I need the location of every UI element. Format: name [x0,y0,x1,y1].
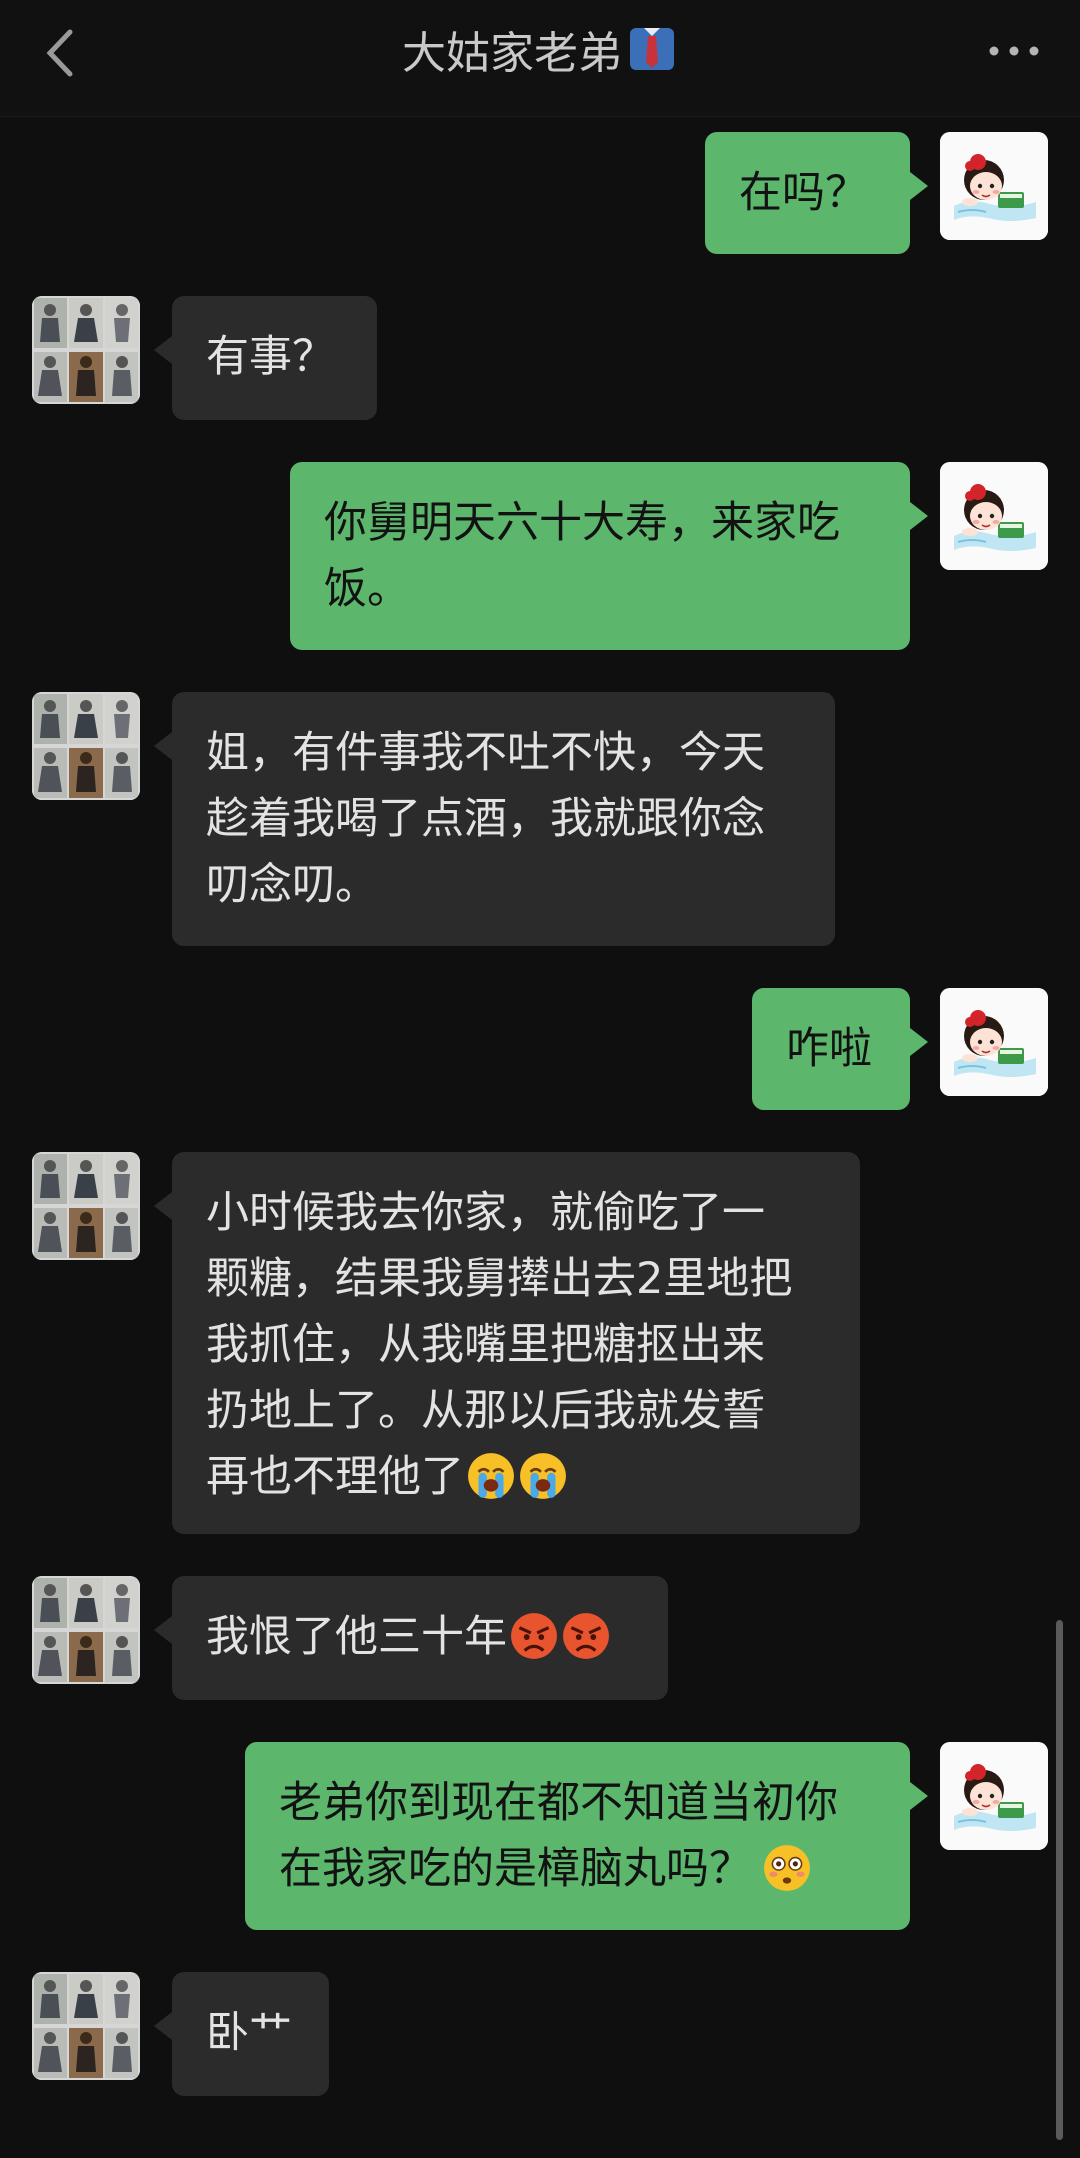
message-bubble-me[interactable]: 在吗？ [705,132,928,254]
my-avatar[interactable] [940,988,1048,1096]
angry-face-icon [509,1611,559,1661]
message-bubble-me[interactable]: 咋啦 [752,988,928,1110]
contact-avatar[interactable] [32,1576,140,1684]
message-bubble-other[interactable]: 有事？ [154,296,377,420]
message-line-with-emoji: 在我家吃的是樟脑丸吗？ [279,1836,876,1902]
message-bubble-other[interactable]: 卧艹 [154,1972,329,2096]
my-avatar[interactable] [940,1742,1048,1850]
message-bubble-other[interactable]: 小时候我去你家，就偷吃了一 颗糖，结果我舅撵出去2里地把 我抓住，从我嘴里把糖抠… [154,1152,860,1534]
message-line: 在我家吃的是樟脑丸吗？ [279,1844,752,1894]
tie-shirt-icon [630,28,674,70]
angry-face-icon [561,1611,611,1661]
message-line: 饭。 [324,564,410,614]
contact-avatar[interactable] [32,296,140,404]
contact-avatar[interactable] [32,692,140,800]
crying-face-icon [466,1451,516,1501]
message-line: 小时候我去你家，就偷吃了一 [206,1188,765,1238]
message-text: 咋啦 [786,1024,872,1074]
message-text: 我恨了他三十年 [206,1612,507,1662]
message-line-with-emoji: 再也不理他了 [206,1444,826,1510]
flushed-face-icon [762,1843,812,1893]
message-bubble-other[interactable]: 姐，有件事我不吐不快，今天 趁着我喝了点酒，我就跟你念 叨念叨。 [154,692,835,946]
contact-avatar[interactable] [32,1152,140,1260]
message-line: 颗糖，结果我舅撵出去2里地把 [206,1254,793,1304]
message-line: 扔地上了。从那以后我就发誓 [206,1386,765,1436]
chat-title-wrap: 大姑家老弟 [0,22,1080,84]
message-bubble-me[interactable]: 你舅明天六十大寿，来家吃 饭。 [290,462,928,650]
more-dots-icon[interactable] [984,36,1044,66]
chat-header: 大姑家老弟 [0,0,1080,117]
message-text: 在吗？ [739,168,868,218]
message-line: 我抓住，从我嘴里把糖抠出来 [206,1320,765,1370]
chat-title: 大姑家老弟 [402,28,622,79]
message-line: 叨念叨。 [206,860,378,910]
message-bubble-other[interactable]: 我恨了他三十年 [154,1576,668,1700]
scrollbar[interactable] [1056,1620,1063,2140]
message-text: 卧艹 [206,2008,292,2058]
crying-face-icon [518,1451,568,1501]
my-avatar[interactable] [940,462,1048,570]
message-text: 有事？ [206,332,335,382]
message-line: 再也不理他了 [206,1452,464,1502]
message-line: 老弟你到现在都不知道当初你 [279,1778,838,1828]
contact-avatar[interactable] [32,1972,140,2080]
message-line: 你舅明天六十大寿，来家吃 [324,498,840,548]
message-line: 姐，有件事我不吐不快，今天 [206,728,765,778]
message-bubble-me[interactable]: 老弟你到现在都不知道当初你 在我家吃的是樟脑丸吗？ [245,1742,928,1930]
my-avatar[interactable] [940,132,1048,240]
message-line: 趁着我喝了点酒，我就跟你念 [206,794,765,844]
